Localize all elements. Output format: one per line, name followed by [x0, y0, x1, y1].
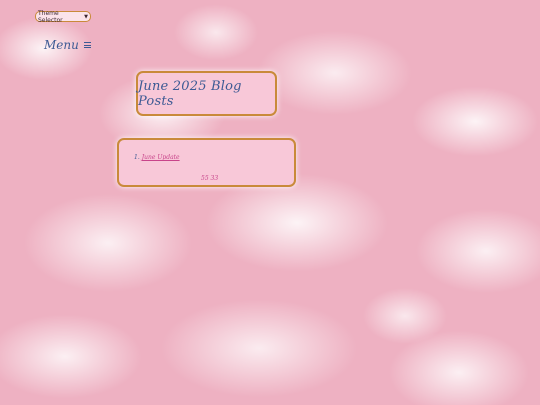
page-title-box: June 2025 Blog Posts [136, 71, 277, 116]
page-title: June 2025 Blog Posts [138, 78, 242, 109]
post-link-june-update[interactable]: June Update [142, 154, 180, 161]
post-count: 55 33 [201, 175, 219, 182]
theme-selector-value: Theme Selector [38, 9, 63, 24]
hamburger-icon [83, 42, 91, 48]
theme-selector[interactable]: Theme Selector ▼ [35, 9, 91, 24]
list-item: 1. June Update [134, 154, 180, 161]
menu-button[interactable]: Menu [44, 38, 91, 52]
posts-list: 1. June Update [134, 154, 180, 161]
list-item-number: 1. [134, 154, 140, 161]
chevron-down-icon: ▼ [84, 13, 88, 20]
posts-list-box: 1. June Update 55 33 [117, 138, 296, 187]
menu-label: Menu [44, 38, 79, 52]
